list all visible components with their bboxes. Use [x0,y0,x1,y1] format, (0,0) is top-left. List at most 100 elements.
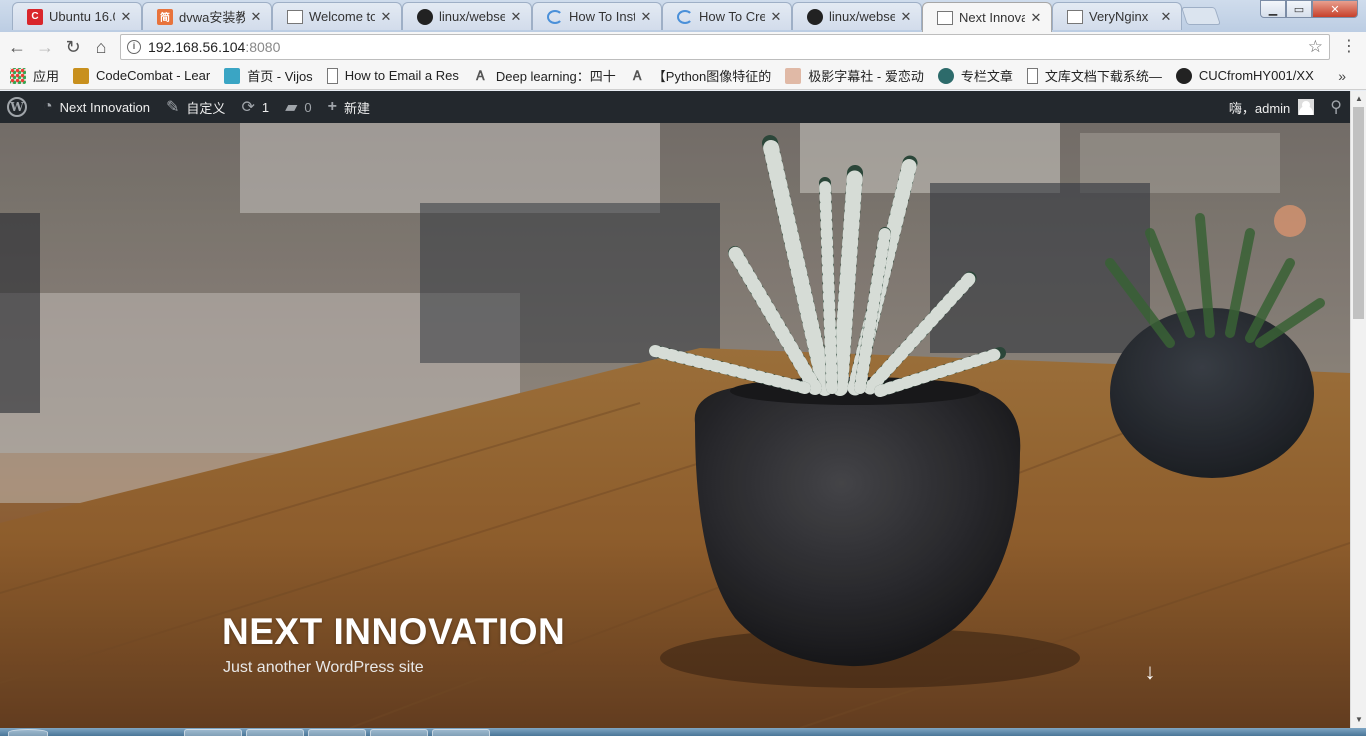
apps-grid-icon [10,67,26,84]
tab-title: How To Cre [699,9,765,24]
updates-refresh-icon: ⟳ [241,99,255,116]
wp-customize-link[interactable]: ✎ 自定义 [158,91,233,123]
bookmark-star-icon[interactable]: ☆ [1308,37,1323,57]
new-tab-button[interactable] [1181,7,1221,25]
browser-tab[interactable]: How To Inst ✕ [532,2,662,30]
tab-title: linux/webse [829,9,895,24]
tab-close-icon[interactable]: ✕ [639,9,653,24]
page-scrollbar[interactable]: ▲ ▼ [1350,91,1366,728]
scrollbar-thumb[interactable] [1353,107,1364,319]
taskbar-app[interactable] [308,729,366,736]
bookmark-item[interactable]: Ꭺ Deep learning：四十 [473,66,616,85]
tab-close-icon[interactable]: ✕ [769,9,783,24]
browser-tab[interactable]: linux/webse ✕ [792,2,922,30]
wp-site-name-menu[interactable]: ◔ Next Innovation [35,91,158,123]
browser-tab[interactable]: Next Innova ✕ [922,2,1052,32]
bookmark-label: 极影字幕社 - 爱恋动 [808,69,924,84]
bookmark-label: How to Email a Res [344,68,459,83]
bookmark-item[interactable]: CUCfromHY001/XX [1175,67,1314,84]
paintbrush-icon: ✎ [166,99,180,116]
hero-header: NEXT INNOVATION Just another WordPress s… [0,123,1350,728]
browser-tab-strip: C Ubuntu 16.0 ✕ 简 dvwa安装教 ✕ Welcome to ✕ linux/w… [0,0,1366,32]
tab-close-icon[interactable]: ✕ [379,9,393,24]
wp-new-content-menu[interactable]: + 新建 [320,91,378,123]
tab-title: linux/webse [439,9,505,24]
tab-close-icon[interactable]: ✕ [249,9,263,24]
bookmark-label: 应用 [33,69,60,84]
bookmark-label: CodeCombat - Lear [96,68,211,83]
maximize-icon[interactable]: ▭ [1286,0,1312,18]
bookmark-item[interactable]: How to Email a Res [326,67,459,84]
bookmark-item[interactable]: 文库文档下载系统— [1026,66,1162,85]
page-icon [1026,67,1038,84]
bookmark-item[interactable]: 专栏文章 [937,66,1013,85]
wp-account-menu[interactable]: 嗨，admin [1221,91,1322,123]
jian-orange-icon: 简 [157,8,173,25]
tab-title: Next Innova [959,10,1025,25]
tab-title: Ubuntu 16.0 [49,9,115,24]
bookmark-label: 文库文档下载系统— [1044,69,1162,84]
tab-close-icon[interactable]: ✕ [1159,9,1173,24]
page-icon [1067,9,1083,24]
tab-close-icon[interactable]: ✕ [899,9,913,24]
browser-menu-icon[interactable]: ⋮ [1340,38,1358,56]
anime-avatar-icon [785,67,802,84]
browser-tab[interactable]: linux/webse ✕ [402,2,532,30]
browser-tab[interactable]: Welcome to ✕ [272,2,402,30]
bookmark-item[interactable]: 首页 - Vijos [224,66,313,85]
window-controls: ▁ ▭ ✕ [1260,0,1358,18]
scroll-up-icon[interactable]: ▲ [1351,91,1366,107]
taskbar-app[interactable] [432,729,490,736]
wp-admin-bar-secondary: 嗨，admin ⚲ [1221,91,1350,123]
browser-tab[interactable]: 简 dvwa安装教 ✕ [142,2,272,30]
reload-icon[interactable]: ↻ [62,36,84,58]
arrow-down-icon[interactable]: ↓ [1140,660,1160,684]
dashboard-gauge-icon: ◔ [43,98,53,115]
bookmark-label: CUCfromHY001/XX [1198,68,1314,83]
home-icon[interactable]: ⌂ [90,36,112,58]
zhihu-icon: Ꭺ [633,67,643,83]
site-title[interactable]: NEXT INNOVATION [222,611,565,653]
bookmark-label: Deep learning：四十 [495,69,616,84]
window-close-icon[interactable]: ✕ [1312,0,1358,18]
browser-tab[interactable]: VeryNginx ✕ [1052,2,1182,30]
back-arrow-icon[interactable]: ← [6,36,28,58]
scroll-down-icon[interactable]: ▼ [1351,712,1366,728]
wp-comments-link[interactable]: ▰ 0 [277,91,320,123]
tab-close-icon[interactable]: ✕ [509,9,523,24]
wp-comments-count: 0 [304,99,312,115]
wordpress-logo-icon: W [7,97,27,117]
loading-spinner-icon [677,9,693,24]
tab-close-icon[interactable]: ✕ [119,9,133,24]
forward-arrow-icon[interactable]: → [34,36,56,58]
taskbar-app[interactable] [370,729,428,736]
wp-greeting: 嗨，admin [1228,100,1291,116]
bookmark-item[interactable]: 极影字幕社 - 爱恋动 [785,66,924,85]
loading-spinner-icon [547,9,563,24]
tab-close-icon[interactable]: ✕ [1029,10,1043,25]
bookmark-item[interactable]: 应用 [10,66,59,85]
wp-logo-menu[interactable]: W [0,91,35,123]
page-icon [287,9,303,24]
tab-list: C Ubuntu 16.0 ✕ 简 dvwa安装教 ✕ Welcome to ✕ linux/w… [12,2,1182,32]
minimize-icon[interactable]: ▁ [1260,0,1286,18]
codecombat-icon [73,67,90,84]
wp-search-button[interactable]: ⚲ [1322,91,1350,123]
comment-bubble-icon: ▰ [285,99,298,116]
taskbar-app[interactable] [246,729,304,736]
bookmark-item[interactable]: Ꭺ 【Python图像特征的 [630,66,771,85]
c-red-icon: C [27,8,43,25]
tab-title: dvwa安装教 [179,10,245,25]
hero-background-image [0,123,1350,728]
bookmark-item[interactable]: CodeCombat - Lear [73,67,211,84]
teal-circle-icon [937,67,954,84]
wp-updates-link[interactable]: ⟳ 1 [233,91,277,123]
address-bar[interactable]: i 192.168.56.104:8080 ☆ [120,34,1330,60]
start-button[interactable] [8,729,48,736]
tab-title: How To Inst [569,9,635,24]
browser-tab[interactable]: How To Cre ✕ [662,2,792,30]
taskbar-app[interactable] [184,729,242,736]
bookmarks-overflow-button[interactable]: » [1338,68,1346,84]
site-info-icon[interactable]: i [127,40,141,54]
browser-tab[interactable]: C Ubuntu 16.0 ✕ [12,2,142,30]
